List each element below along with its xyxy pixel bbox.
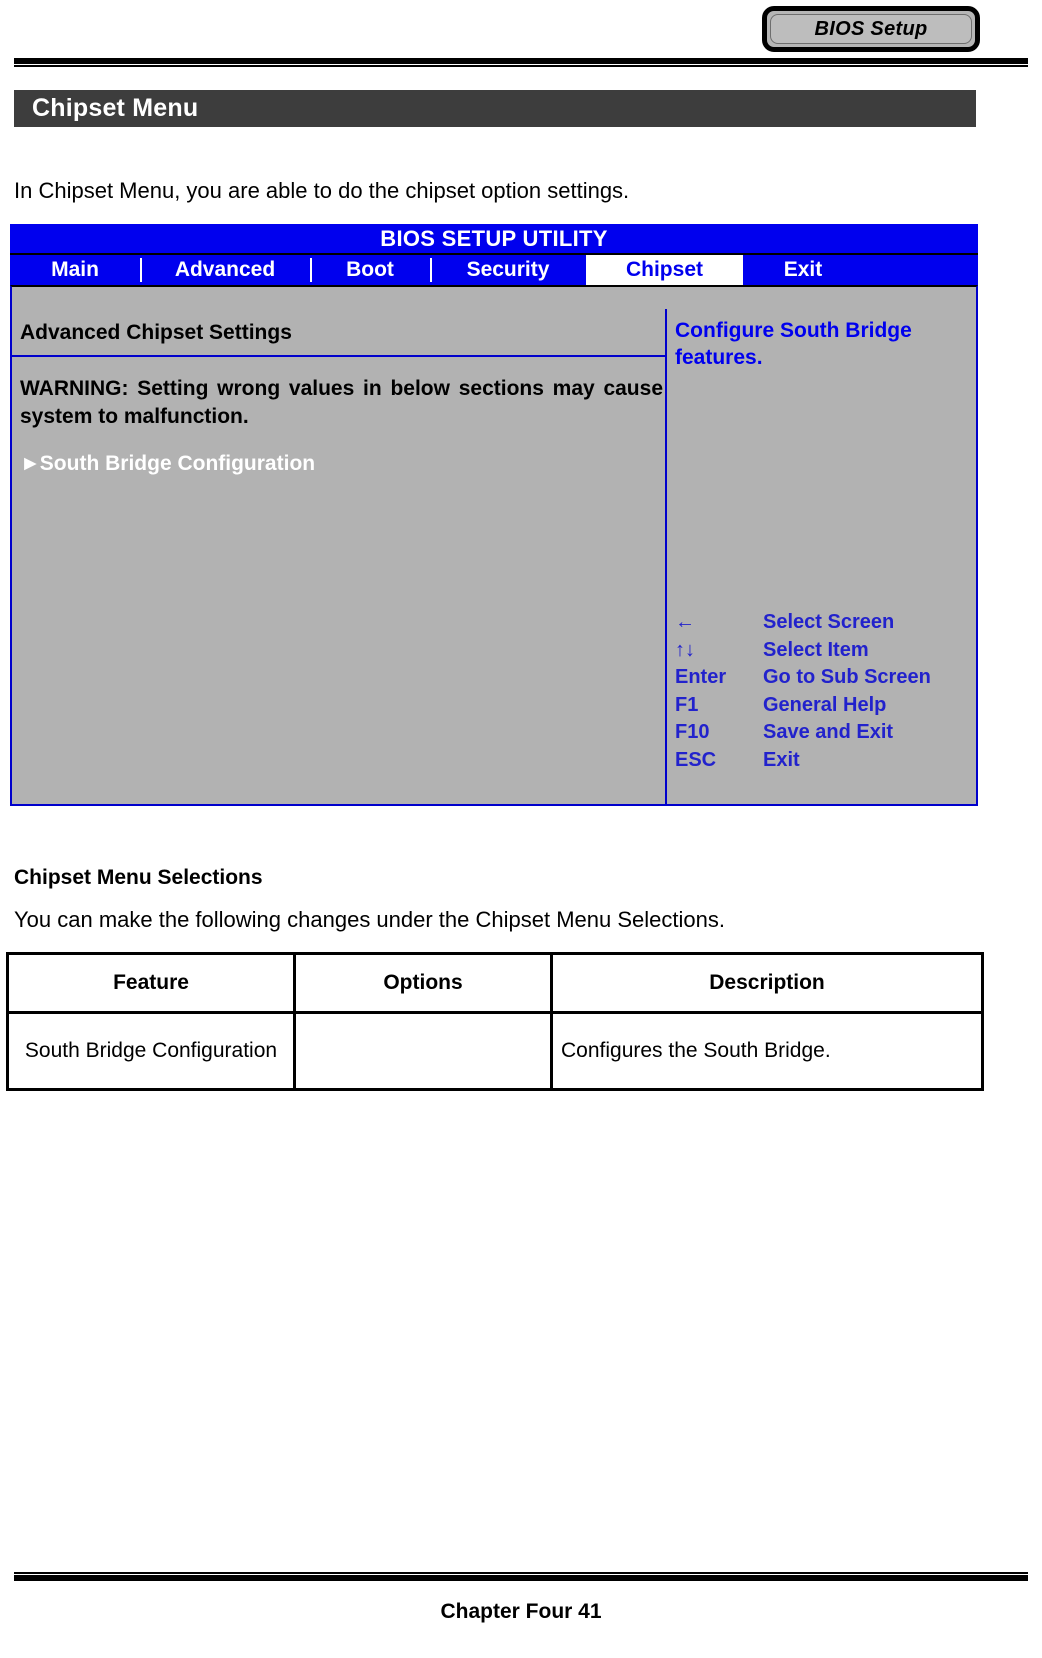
- key-desc-general-help: General Help: [763, 693, 887, 716]
- footer-page-label: Chapter Four 41: [440, 1600, 602, 1623]
- key-enter: Enter: [675, 666, 727, 689]
- tab-chipset[interactable]: Chipset: [586, 255, 743, 285]
- key-legend-row: F10 Save and Exit: [675, 719, 984, 747]
- bios-tab-underline-strip: [10, 285, 978, 309]
- tab-boot[interactable]: Boot: [310, 255, 430, 285]
- bios-tab-bar: Main Advanced Boot Security Chipset Exit: [10, 253, 978, 285]
- table-row: South Bridge Configuration Configures th…: [6, 1011, 984, 1091]
- key-updown-arrow-icon: ↑↓: [675, 638, 695, 661]
- key-legend-row: Enter Go to Sub Screen: [675, 664, 984, 692]
- submenu-arrow-icon: ►: [20, 452, 41, 476]
- selections-paragraph: You can make the following changes under…: [14, 907, 725, 932]
- footer-divider: [14, 1572, 1028, 1581]
- key-left-arrow-icon: ←: [675, 611, 695, 633]
- column-header-description: Description: [550, 952, 984, 1014]
- key-desc-select-item: Select Item: [763, 638, 869, 661]
- page-title: Chipset Menu: [32, 94, 199, 122]
- key-f10: F10: [675, 721, 710, 744]
- key-f1: F1: [675, 693, 699, 716]
- key-esc: ESC: [675, 748, 717, 771]
- bios-title: BIOS SETUP UTILITY: [10, 224, 978, 253]
- selections-heading: Chipset Menu Selections: [14, 866, 263, 889]
- bios-help-pane: Configure South Bridge features. ← Selec…: [667, 309, 976, 804]
- header-divider: [14, 58, 1028, 67]
- tab-main[interactable]: Main: [10, 255, 140, 285]
- key-desc-save-and-exit: Save and Exit: [763, 721, 894, 744]
- menu-item-label: South Bridge Configuration: [39, 452, 316, 476]
- key-legend-row: F1 General Help: [675, 692, 984, 720]
- tab-advanced[interactable]: Advanced: [140, 255, 310, 285]
- column-header-options: Options: [293, 952, 553, 1014]
- tab-security[interactable]: Security: [430, 255, 586, 285]
- bios-settings-pane: Advanced Chipset Settings WARNING: Setti…: [12, 309, 667, 804]
- settings-heading: Advanced Chipset Settings: [12, 309, 665, 357]
- cell-feature: South Bridge Configuration: [6, 1011, 296, 1091]
- footer-divider-thick: [14, 1575, 1028, 1581]
- badge-inner-frame: BIOS Setup: [770, 14, 972, 44]
- bios-setup-badge: BIOS Setup: [762, 6, 980, 52]
- key-desc-go-to-sub-screen: Go to Sub Screen: [763, 666, 931, 689]
- badge-label: BIOS Setup: [814, 17, 928, 40]
- intro-paragraph: In Chipset Menu, you are able to do the …: [14, 178, 630, 203]
- bios-setup-screen: BIOS SETUP UTILITY Main Advanced Boot Se…: [10, 224, 978, 806]
- key-legend-row: ESC Exit: [675, 747, 984, 775]
- key-legend: ← Select Screen ↑↓ Select Item Enter Go …: [675, 609, 984, 775]
- table-header-row: Feature Options Description: [6, 952, 984, 1014]
- help-text: Configure South Bridge features.: [675, 319, 912, 370]
- bios-body: Advanced Chipset Settings WARNING: Setti…: [10, 309, 978, 806]
- key-legend-row: ↑↓ Select Item: [675, 637, 984, 665]
- key-legend-row: ← Select Screen: [675, 609, 984, 637]
- cell-description: Configures the South Bridge.: [550, 1011, 984, 1091]
- tab-exit[interactable]: Exit: [743, 255, 863, 285]
- page-title-bar: Chipset Menu: [14, 90, 976, 127]
- badge-outer-frame: BIOS Setup: [762, 6, 980, 52]
- key-desc-exit: Exit: [763, 748, 800, 771]
- header-divider-thin: [14, 65, 1028, 67]
- feature-table: Feature Options Description South Bridge…: [6, 952, 984, 1091]
- settings-warning: WARNING: Setting wrong values in below s…: [20, 377, 663, 428]
- key-desc-select-screen: Select Screen: [763, 611, 895, 633]
- cell-options: [293, 1011, 553, 1091]
- column-header-feature: Feature: [6, 952, 296, 1014]
- menu-item-south-bridge-configuration[interactable]: ►South Bridge Configuration: [12, 430, 665, 476]
